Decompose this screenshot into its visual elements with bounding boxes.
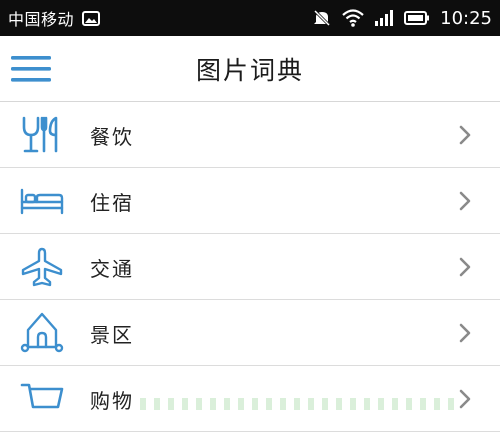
signal-icon: [374, 9, 394, 27]
clock-time: 10:25: [440, 7, 492, 29]
category-list: 餐饮 住宿 交通 景区 购物: [0, 102, 500, 432]
category-label: 景区: [90, 322, 134, 347]
chevron-right-icon: [458, 388, 472, 410]
mute-icon: [312, 8, 332, 28]
bed-icon: [18, 180, 66, 222]
category-label: 购物: [90, 388, 134, 413]
category-item-transport[interactable]: 交通: [0, 234, 500, 300]
house-icon: [18, 312, 66, 354]
shopping-cart-icon: [18, 378, 66, 420]
page-title: 图片词典: [195, 56, 304, 85]
category-label: 餐饮: [90, 124, 134, 149]
airplane-icon: [18, 246, 66, 288]
wifi-icon: [342, 9, 364, 27]
watermark-decoration: [140, 398, 460, 410]
image-icon: [82, 10, 101, 26]
category-label: 交通: [90, 256, 134, 281]
carrier-name: 中国移动: [8, 10, 75, 29]
dining-icon: [18, 114, 66, 156]
category-item-scenic[interactable]: 景区: [0, 300, 500, 366]
chevron-right-icon: [458, 190, 472, 212]
hamburger-menu-icon: [11, 54, 51, 84]
app-bar: 图片词典: [0, 36, 500, 102]
hamburger-menu-button[interactable]: [10, 50, 52, 88]
chevron-right-icon: [458, 124, 472, 146]
status-right: 10:25: [312, 8, 492, 29]
status-bar: 中国移动 10:25: [0, 0, 500, 36]
battery-icon: [404, 10, 430, 26]
category-item-dining[interactable]: 餐饮: [0, 102, 500, 168]
category-label: 住宿: [90, 190, 134, 215]
chevron-right-icon: [458, 256, 472, 278]
status-left: 中国移动: [8, 6, 101, 30]
chevron-right-icon: [458, 322, 472, 344]
category-item-lodging[interactable]: 住宿: [0, 168, 500, 234]
